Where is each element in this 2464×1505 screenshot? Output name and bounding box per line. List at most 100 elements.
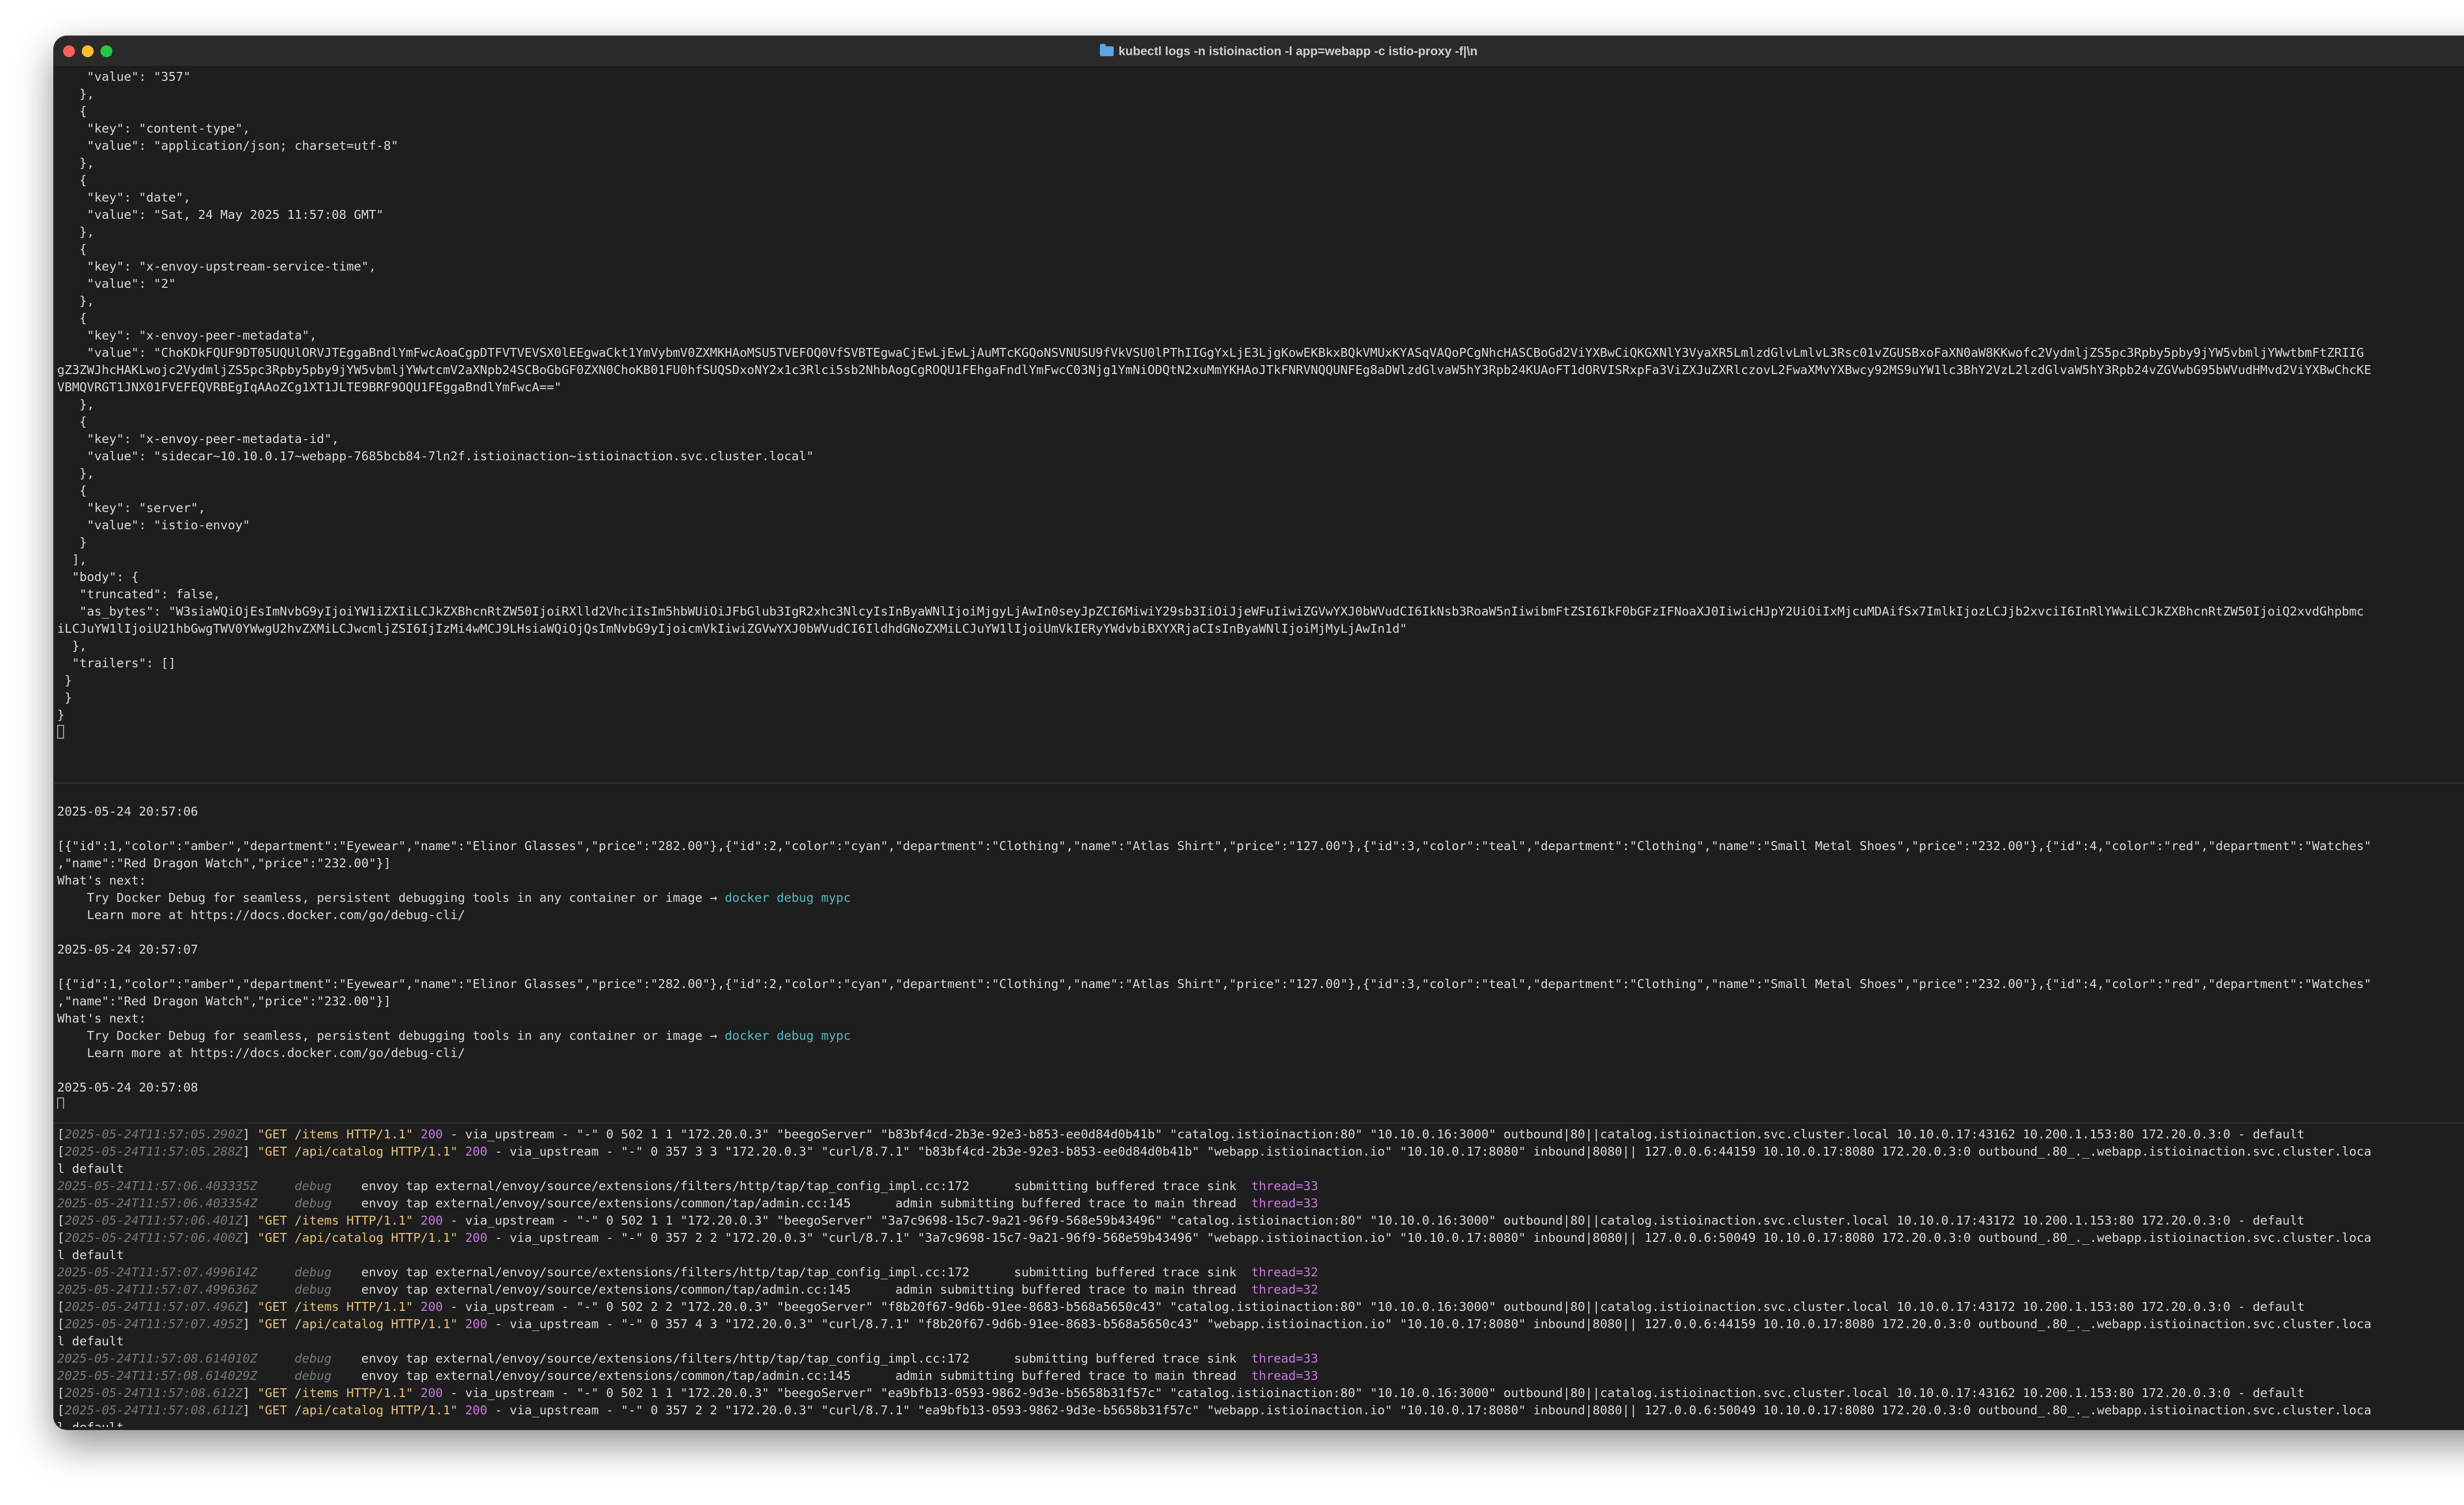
whats-next-label: What's next:	[57, 873, 146, 888]
wrapped-continuation: l default	[57, 1162, 124, 1176]
log-detail: - via_upstream - "-" 0 502 1 1 "172.20.0…	[443, 1213, 2305, 1228]
json-response-line: [{"id":1,"color":"amber","department":"E…	[57, 839, 2371, 853]
thread-id: thread=33	[1251, 1368, 1318, 1383]
log-line: [2025-05-24T11:57:05.290Z] "GET /items H…	[57, 1126, 2464, 1143]
log-timestamp: 2025-05-24T11:57:06.403354Z	[57, 1196, 258, 1210]
json-line: {	[57, 104, 87, 118]
json-line: }	[57, 673, 72, 687]
json-line: "key": "content-type",	[57, 121, 250, 136]
timestamp-line: 2025-05-24 20:57:07	[57, 942, 198, 957]
json-line: "value": "sidecar~10.10.0.17~webapp-7685…	[57, 449, 814, 463]
bracket: ]	[242, 1403, 258, 1417]
log-line: [2025-05-24T11:57:08.611Z] "GET /api/cat…	[57, 1402, 2464, 1419]
json-line: },	[57, 87, 95, 101]
pane-divider[interactable]	[54, 1123, 2464, 1124]
json-line: "as_bytes": "W3siaWQiOjEsImNvbG9yIjoiYW1…	[57, 604, 2364, 618]
log-line: [2025-05-24T11:57:07.496Z] "GET /items H…	[57, 1298, 2464, 1315]
log-line: [2025-05-24T11:57:06.400Z] "GET /api/cat…	[57, 1229, 2464, 1246]
log-timestamp: 2025-05-24T11:57:05.288Z	[65, 1144, 243, 1159]
log-message: envoy tap external/envoy/source/extensio…	[361, 1265, 1252, 1279]
json-line: "key": "date",	[57, 190, 191, 205]
log-line: 2025-05-24T11:57:08.614010Z debug envoy …	[57, 1350, 2464, 1367]
log-line: 2025-05-24T11:57:06.403354Z debug envoy …	[57, 1195, 2464, 1212]
bracket: ]	[242, 1144, 258, 1159]
json-line: }	[57, 535, 87, 549]
request-line: "GET /items HTTP/1.1"	[257, 1213, 413, 1228]
bracket: ]	[242, 1213, 258, 1228]
json-response-line: ,"name":"Red Dragon Watch","price":"232.…	[57, 994, 391, 1008]
request-line: "GET /api/catalog HTTP/1.1"	[257, 1403, 458, 1417]
status-code: 200	[420, 1213, 443, 1228]
json-line: {	[57, 242, 87, 256]
log-detail: - via_upstream - "-" 0 357 2 2 "172.20.0…	[487, 1231, 2372, 1245]
bracket: [	[57, 1144, 65, 1159]
thread-id: thread=32	[1251, 1282, 1318, 1297]
json-line: }	[57, 708, 65, 722]
window-title-text: kubectl logs -n istioinaction -l app=web…	[1118, 44, 1478, 58]
inactive-cursor	[57, 1097, 64, 1109]
status-code: 200	[465, 1144, 488, 1159]
json-response-line: [{"id":1,"color":"amber","department":"E…	[57, 977, 2371, 991]
json-line: },	[57, 225, 95, 239]
json-line: {	[57, 414, 87, 429]
log-line: [2025-05-24T11:57:08.612Z] "GET /items H…	[57, 1384, 2464, 1402]
log-message: envoy tap external/envoy/source/extensio…	[361, 1368, 1252, 1383]
learn-more-line: Learn more at https://docs.docker.com/go…	[57, 908, 465, 922]
tip-text: Try Docker Debug for seamless, persisten…	[57, 1028, 725, 1043]
status-code: 200	[465, 1231, 488, 1245]
json-line: },	[57, 156, 95, 170]
json-response-line: ,"name":"Red Dragon Watch","price":"232.…	[57, 856, 391, 870]
json-line: "value": "istio-envoy"	[57, 518, 250, 532]
json-line: "value": "2"	[57, 276, 176, 291]
json-line: "key": "x-envoy-peer-metadata-id",	[57, 432, 339, 446]
json-line: "value": "357"	[57, 69, 191, 84]
wrapped-continuation: l default	[57, 1248, 124, 1262]
log-timestamp: 2025-05-24T11:57:08.611Z	[65, 1403, 243, 1417]
bracket: ]	[242, 1317, 258, 1331]
log-level: debug	[294, 1265, 332, 1279]
log-line: l default	[57, 1333, 2464, 1350]
log-timestamp: 2025-05-24T11:57:08.612Z	[65, 1386, 243, 1400]
thread-id: thread=33	[1251, 1179, 1318, 1193]
log-message: envoy tap external/envoy/source/extensio…	[361, 1282, 1252, 1297]
json-line: },	[57, 397, 95, 411]
json-line: {	[57, 173, 87, 187]
log-timestamp: 2025-05-24T11:57:06.400Z	[65, 1231, 243, 1245]
proxy-log-pane[interactable]: [2025-05-24T11:57:05.290Z] "GET /items H…	[57, 1126, 2464, 1427]
log-line: 2025-05-24T11:57:07.499636Z debug envoy …	[57, 1281, 2464, 1298]
json-line: },	[57, 466, 95, 480]
status-code: 200	[465, 1317, 488, 1331]
log-line: 2025-05-24T11:57:08.614029Z debug envoy …	[57, 1367, 2464, 1384]
bracket: ]	[242, 1300, 258, 1314]
curl-output-pane[interactable]: 2025-05-24 20:57:06 [{"id":1,"color":"amb…	[57, 786, 2464, 1109]
json-line: {	[57, 483, 87, 498]
bracket: ]	[242, 1127, 258, 1141]
json-output-pane[interactable]: "value": "357" }, { "key": "content-type…	[57, 68, 2464, 781]
log-detail: - via_upstream - "-" 0 357 4 3 "172.20.0…	[487, 1317, 2372, 1331]
status-code: 200	[420, 1386, 443, 1400]
pane-divider[interactable]	[54, 783, 2464, 784]
json-line: "body": {	[57, 570, 139, 584]
timestamp-line: 2025-05-24 20:57:06	[57, 804, 198, 819]
log-line: l default	[57, 1246, 2464, 1264]
title-bar: kubectl logs -n istioinaction -l app=web…	[54, 36, 2464, 67]
bracket: ]	[242, 1386, 258, 1400]
log-level: debug	[294, 1282, 332, 1297]
json-line: "key": "x-envoy-peer-metadata",	[57, 328, 317, 342]
bracket: [	[57, 1231, 65, 1245]
cursor-line	[57, 723, 2464, 741]
log-detail: - via_upstream - "-" 0 357 3 3 "172.20.0…	[487, 1144, 2372, 1159]
request-line: "GET /api/catalog HTTP/1.1"	[257, 1317, 458, 1331]
json-line: "key": "x-envoy-upstream-service-time",	[57, 259, 376, 274]
